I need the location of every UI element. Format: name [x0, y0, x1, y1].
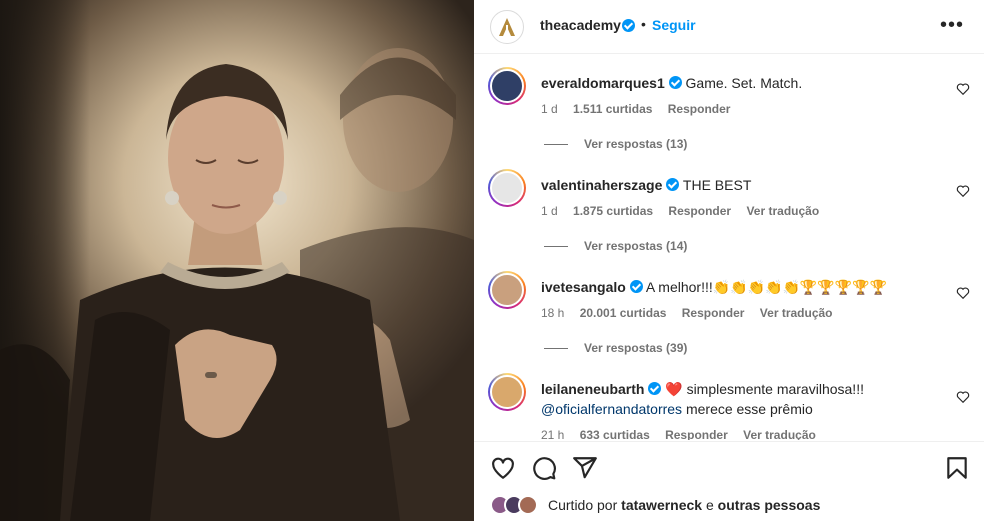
- liked-by-row[interactable]: Curtido por tatawerneck e outras pessoas: [490, 494, 820, 516]
- comment-body: Game. Set. Match.: [685, 75, 803, 91]
- comment-meta: 21 h 633 curtidas Responder Ver tradução: [541, 428, 828, 440]
- liked-by-connector: e: [705, 497, 714, 513]
- verified-icon: [622, 19, 635, 32]
- view-replies-button[interactable]: Ver respostas (13): [544, 137, 687, 151]
- post-action-bar: [474, 441, 984, 491]
- replies-divider: [544, 347, 568, 349]
- comment-username[interactable]: valentinaherszage: [541, 177, 662, 193]
- comment-avatar[interactable]: [488, 271, 526, 309]
- comment-time: 1 d: [541, 204, 558, 218]
- view-replies-label: Ver respostas (39): [584, 341, 688, 355]
- liker-avatar: [518, 495, 538, 515]
- comment-meta: 1 d 1.875 curtidas Responder Ver traduçã…: [541, 204, 831, 218]
- photo-illustration: [0, 48, 474, 521]
- comment-text: leilaneneubarth ❤️ simplesmente maravilh…: [541, 379, 941, 419]
- comments-list[interactable]: everaldomarques1 Game. Set. Match. 1 d 1…: [474, 55, 984, 440]
- translate-button[interactable]: Ver tradução: [760, 306, 833, 320]
- reply-button[interactable]: Responder: [668, 102, 731, 116]
- comment-username[interactable]: everaldomarques1: [541, 75, 665, 91]
- post-header: theacademy • Seguir •••: [474, 0, 984, 54]
- replies-divider: [544, 143, 568, 145]
- comment-body-continued: merece esse prêmio: [682, 401, 813, 417]
- account-avatar[interactable]: [490, 10, 524, 44]
- liker-avatars: [490, 495, 542, 515]
- verified-icon: [668, 76, 682, 89]
- comment-icon[interactable]: [531, 455, 557, 481]
- comment-username[interactable]: ivetesangalo: [541, 279, 626, 295]
- comment-body: A melhor!!!👏👏👏👏👏🏆🏆🏆🏆🏆: [645, 279, 888, 295]
- view-replies-button[interactable]: Ver respostas (39): [544, 341, 687, 355]
- more-options-icon[interactable]: •••: [940, 14, 964, 37]
- comment-username[interactable]: leilaneneubarth: [541, 381, 644, 397]
- separator-dot: •: [641, 16, 646, 32]
- comment-text: everaldomarques1 Game. Set. Match.: [541, 73, 941, 93]
- verified-icon: [629, 280, 643, 293]
- verified-icon: [648, 382, 662, 395]
- comment-time: 1 d: [541, 102, 558, 116]
- like-comment-heart-icon[interactable]: [956, 184, 970, 198]
- reply-button[interactable]: Responder: [665, 428, 728, 440]
- comment-body: ❤️ simplesmente maravilhosa!!!: [665, 381, 864, 397]
- comment-time: 21 h: [541, 428, 565, 440]
- comment-likes[interactable]: 20.001 curtidas: [580, 306, 667, 320]
- comment-text: valentinaherszage THE BEST: [541, 175, 941, 195]
- like-heart-icon[interactable]: [490, 455, 516, 481]
- comment-body: THE BEST: [682, 177, 752, 193]
- comment-mention-link[interactable]: @oficialfernandatorres: [541, 401, 682, 417]
- liked-by-prefix: Curtido por: [548, 497, 618, 513]
- comment-meta: 1 d 1.511 curtidas Responder: [541, 102, 742, 116]
- post-panel: theacademy • Seguir ••• everaldomarques1…: [474, 0, 984, 521]
- oscar-logo-icon: [499, 18, 515, 36]
- like-comment-heart-icon[interactable]: [956, 390, 970, 404]
- translate-button[interactable]: Ver tradução: [743, 428, 816, 440]
- comment-avatar[interactable]: [488, 373, 526, 411]
- liked-by-others[interactable]: outras pessoas: [718, 497, 821, 513]
- view-replies-label: Ver respostas (13): [584, 137, 688, 151]
- comment-likes[interactable]: 1.875 curtidas: [573, 204, 653, 218]
- comment-meta: 18 h 20.001 curtidas Responder Ver tradu…: [541, 306, 845, 320]
- comment-time: 18 h: [541, 306, 565, 320]
- account-username[interactable]: theacademy: [540, 17, 621, 33]
- post-photo: [0, 0, 474, 521]
- comment-avatar[interactable]: [488, 169, 526, 207]
- view-replies-label: Ver respostas (14): [584, 239, 688, 253]
- translate-button[interactable]: Ver tradução: [746, 204, 819, 218]
- replies-divider: [544, 245, 568, 247]
- reply-button[interactable]: Responder: [682, 306, 745, 320]
- comment-avatar[interactable]: [488, 67, 526, 105]
- comment-likes[interactable]: 633 curtidas: [580, 428, 650, 440]
- liked-by-user[interactable]: tatawerneck: [621, 497, 702, 513]
- view-replies-button[interactable]: Ver respostas (14): [544, 239, 687, 253]
- share-icon[interactable]: [572, 455, 598, 481]
- follow-button[interactable]: Seguir: [652, 17, 696, 33]
- comment-text: ivetesangalo A melhor!!!👏👏👏👏👏🏆🏆🏆🏆🏆: [541, 277, 941, 297]
- like-comment-heart-icon[interactable]: [956, 286, 970, 300]
- verified-icon: [666, 178, 680, 191]
- bookmark-icon[interactable]: [944, 455, 970, 481]
- like-comment-heart-icon[interactable]: [956, 82, 970, 96]
- reply-button[interactable]: Responder: [668, 204, 731, 218]
- comment-likes[interactable]: 1.511 curtidas: [573, 102, 652, 116]
